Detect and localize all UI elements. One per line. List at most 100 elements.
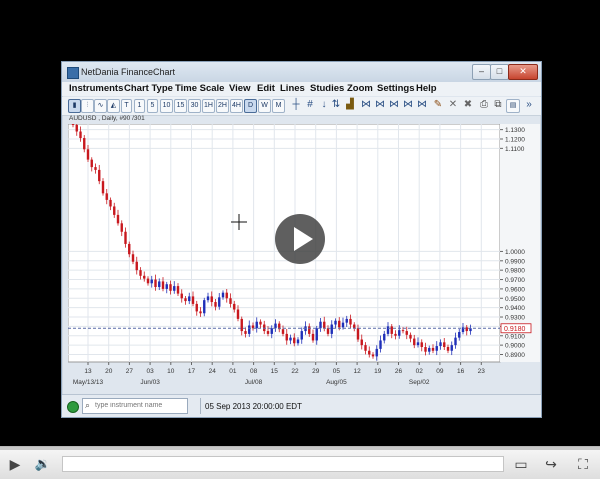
candle-body [75, 124, 78, 132]
miniplayer-icon[interactable]: ▭ [510, 455, 532, 473]
menu-studies[interactable]: Studies [310, 83, 344, 94]
candle-body [124, 231, 127, 244]
toolbar-extra-icon[interactable]: ▤ [506, 99, 520, 113]
x-tick-label: 12 [353, 368, 361, 375]
candle-body [371, 354, 375, 357]
video-stage: NetDania FinanceChart – □ ✕ Instruments … [0, 0, 600, 446]
instrument-search-input[interactable] [95, 399, 185, 411]
interval-daily[interactable]: D [244, 99, 257, 113]
interval-1min[interactable]: 1 [134, 99, 145, 113]
interval-monthly[interactable]: M [272, 99, 285, 113]
menu-settings[interactable]: Settings [377, 83, 414, 94]
fibonacci-icon[interactable]: ⋈ [360, 99, 372, 111]
indicator-icon[interactable]: ⇅ [330, 99, 342, 111]
trendline-icon[interactable]: ⋈ [416, 99, 428, 111]
candle-body [330, 324, 333, 334]
interval-15min[interactable]: 15 [174, 99, 187, 113]
candle-body [356, 328, 360, 340]
interval-4h[interactable]: 4H [230, 99, 243, 113]
volume-icon[interactable]: ▟ [344, 99, 356, 111]
minimize-button[interactable]: – [472, 64, 491, 80]
arrow-down-icon[interactable]: ↓ [319, 99, 329, 111]
candle-body [281, 329, 285, 334]
y-tick-label: 0.8900 [505, 352, 525, 359]
delete-icon[interactable]: ✕ [447, 99, 459, 111]
share-icon[interactable]: ↪ [540, 455, 562, 473]
line-chart-icon[interactable]: ∿ [94, 99, 107, 113]
interval-2h[interactable]: 2H [216, 99, 229, 113]
video-seek-track[interactable] [62, 456, 504, 472]
candle-body [161, 281, 165, 289]
interval-30min[interactable]: 30 [188, 99, 201, 113]
candle-body [446, 347, 450, 351]
candle-body [293, 337, 296, 344]
y-tick-label: 0.9700 [505, 277, 525, 284]
candle-body [420, 342, 423, 348]
candlestick-chart-icon[interactable]: ▮ [68, 99, 81, 113]
chart-info-label: AUDUSD , Daily, #90 /301 [69, 115, 145, 122]
toolbar: ▮ ⫶ ∿ ◭ T 1 5 10 15 30 1H 2H 4H D W M ┼ … [62, 97, 541, 116]
candle-body [71, 123, 75, 125]
candle-body [428, 347, 431, 352]
player-play-button[interactable]: ▶ [6, 455, 24, 473]
x-tick-label: 02 [416, 368, 424, 375]
menu-lines[interactable]: Lines [280, 83, 305, 94]
candle-body [353, 324, 356, 329]
candle-body [319, 321, 322, 329]
candle-body [338, 320, 341, 328]
menu-zoom[interactable]: Zoom [347, 83, 373, 94]
video-play-overlay[interactable] [275, 214, 325, 264]
menu-help[interactable]: Help [416, 83, 437, 94]
grid-icon[interactable]: # [304, 99, 316, 111]
crosshair-icon[interactable]: ┼ [290, 99, 302, 111]
interval-weekly[interactable]: W [258, 99, 271, 113]
menu-instruments[interactable]: Instruments [69, 83, 123, 94]
x-month-label: Jul/08 [245, 379, 263, 386]
fullscreen-icon[interactable]: ⛶ [572, 455, 594, 473]
candle-body [405, 331, 408, 335]
video-progress-bar[interactable] [0, 447, 600, 450]
x-tick-label: 27 [126, 368, 134, 375]
candle-body [173, 286, 176, 291]
interval-5min[interactable]: 5 [147, 99, 158, 113]
fan-lines-icon[interactable]: ⋈ [374, 99, 386, 111]
candle-body [128, 243, 131, 255]
candle-body [345, 318, 348, 323]
copy-icon[interactable]: ⧉ [492, 99, 504, 111]
menu-edit[interactable]: Edit [257, 83, 275, 94]
more-icon[interactable]: » [523, 99, 535, 111]
pencil-icon[interactable]: ✎ [432, 99, 444, 111]
candle-body [233, 303, 236, 310]
interval-10min[interactable]: 10 [160, 99, 173, 113]
channel-icon[interactable]: ⋈ [402, 99, 414, 111]
candle-body [383, 333, 386, 341]
candle-body [206, 296, 210, 301]
area-chart-icon[interactable]: ◭ [107, 99, 120, 113]
candle-body [349, 318, 352, 325]
menu-chart-type[interactable]: Chart Type [124, 83, 173, 94]
interval-tick[interactable]: T [121, 99, 132, 113]
candle-body [296, 339, 300, 344]
candle-body [375, 348, 378, 357]
menu-view[interactable]: View [229, 83, 250, 94]
candle-body [454, 337, 457, 346]
candle-body [413, 338, 416, 346]
gann-icon[interactable]: ⋈ [388, 99, 400, 111]
candle-body [259, 321, 262, 325]
candle-body [240, 318, 243, 332]
close-button[interactable]: ✕ [508, 64, 538, 80]
menu-time-scale[interactable]: Time Scale [175, 83, 224, 94]
instrument-search[interactable]: ⌕ [82, 398, 188, 414]
interval-1h[interactable]: 1H [202, 99, 215, 113]
candle-body [109, 199, 112, 207]
x-tick-label: 03 [146, 368, 154, 375]
bar-chart-icon[interactable]: ⫶ [81, 99, 94, 113]
y-tick-label: 0.9400 [505, 305, 525, 312]
x-tick-label: 19 [374, 368, 382, 375]
candle-body [90, 159, 93, 168]
volume-button[interactable]: 🔉 [32, 455, 54, 473]
print-icon[interactable]: ⎙ [478, 99, 490, 111]
x-tick-label: 10 [167, 368, 175, 375]
maximize-button[interactable]: □ [490, 64, 509, 80]
delete-all-icon[interactable]: ✖ [462, 99, 474, 111]
